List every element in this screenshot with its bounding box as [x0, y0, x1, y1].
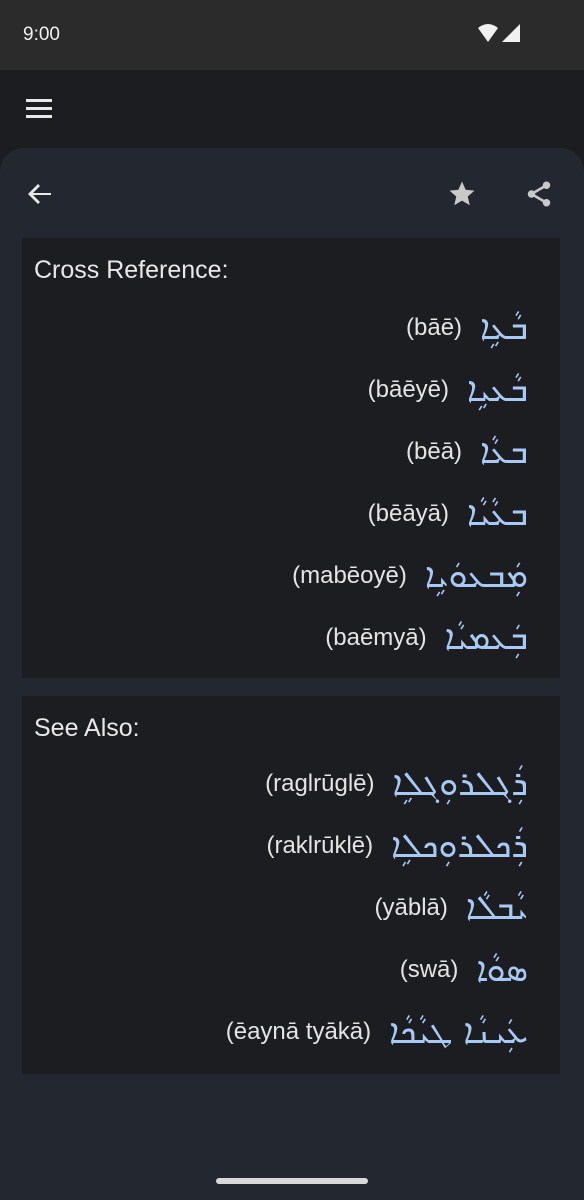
entry-syriac-word: ܪܲܓܠܪܘܼܓܠܹܐ	[392, 764, 529, 804]
detail-toolbar	[0, 168, 584, 224]
see-also-entry[interactable]: (yāblā) ܝܵܒܠܵܐ	[375, 886, 528, 930]
menu-icon	[26, 99, 52, 118]
see-also-card: See Also: (raglrūglē) ܪܲܓܠܪܘܼܓܠܹܐ (raklr…	[22, 696, 560, 1074]
entry-transliteration: (bāē)	[406, 314, 463, 341]
gesture-nav-handle[interactable]	[216, 1178, 368, 1184]
cross-reference-entry[interactable]: (bēā) ܒܥܵܐ	[406, 430, 528, 474]
see-also-entry[interactable]: (swā) ܣܘܵܐ	[400, 948, 528, 992]
status-bar: 9:00	[0, 0, 584, 70]
share-icon	[527, 181, 551, 207]
menu-button[interactable]	[22, 96, 58, 122]
signal-icon	[502, 24, 520, 42]
entry-transliteration: (swā)	[399, 956, 459, 983]
detail-sheet: Cross Reference: (bāē) ܒܵܥܹܐ (bāēyē) ܒܵܥ…	[0, 148, 584, 1200]
cross-reference-entry[interactable]: (baēmyā) ܒܲܥܡܝܵܐ	[325, 616, 528, 660]
wifi-icon	[478, 24, 498, 42]
app-bar	[0, 70, 584, 148]
entry-transliteration: (mabēoyē)	[292, 562, 407, 589]
status-time: 9:00	[23, 24, 60, 45]
entry-syriac-word: ܒܥܵܐ	[480, 432, 528, 472]
see-also-entry[interactable]: (raglrūglē) ܪܲܓܠܪܘܼܓܠܹܐ	[265, 762, 528, 806]
cross-reference-entry[interactable]: (bēāyā) ܒܥܵܝܵܐ	[368, 492, 528, 536]
entry-transliteration: (bēāyā)	[367, 500, 449, 527]
entry-transliteration: (bāēyē)	[367, 376, 449, 403]
entry-transliteration: (ēaynā tyākā)	[225, 1018, 372, 1045]
see-also-entry[interactable]: (ēaynā tyākā) ܥܲܝܢܵܐ ܛܝܵܟܵܐ	[226, 1010, 528, 1054]
entry-syriac-word: ܪܲܟܠܪܘܼܟܠܹܐ	[391, 826, 528, 866]
entry-transliteration: (yāblā)	[374, 894, 448, 921]
back-button[interactable]	[20, 174, 60, 214]
see-also-entry[interactable]: (raklrūklē) ܪܲܟܠܪܘܼܟܠܹܐ	[266, 824, 528, 868]
cross-reference-entry[interactable]: (bāēyē) ܒܵܥܝܹܐ	[368, 368, 528, 412]
cross-reference-entry[interactable]: (mabēoyē) ܡܲܒܥܘܿܝܹܐ	[292, 554, 528, 598]
entry-syriac-word: ܒܲܥܡܝܵܐ	[444, 618, 528, 658]
entry-transliteration: (bēā)	[406, 438, 463, 465]
entry-transliteration: (raklrūklē)	[266, 832, 374, 859]
entry-transliteration: (baēmyā)	[325, 624, 427, 651]
star-icon	[449, 181, 475, 206]
favorite-button[interactable]	[442, 174, 482, 214]
cross-reference-card: Cross Reference: (bāē) ܒܵܥܹܐ (bāēyē) ܒܵܥ…	[22, 238, 560, 678]
entry-syriac-word: ܒܵܥܹܐ	[480, 308, 528, 348]
entry-syriac-word: ܒܥܵܝܵܐ	[467, 494, 528, 534]
cross-reference-entry[interactable]: (bāē) ܒܵܥܹܐ	[406, 306, 528, 350]
entry-syriac-word: ܡܲܒܥܘܿܝܹܐ	[424, 556, 528, 596]
entry-syriac-word: ܥܲܝܢܵܐ ܛܝܵܟܵܐ	[389, 1012, 528, 1052]
entry-transliteration: (raglrūglē)	[265, 770, 375, 797]
share-button[interactable]	[519, 174, 559, 214]
entry-syriac-word: ܒܵܥܝܹܐ	[467, 370, 528, 410]
arrow-left-icon	[28, 184, 51, 204]
cross-reference-title: Cross Reference:	[34, 256, 229, 284]
entry-syriac-word: ܣܘܵܐ	[476, 950, 528, 990]
entry-syriac-word: ܝܵܒܠܵܐ	[465, 888, 528, 928]
status-icons	[476, 22, 524, 46]
see-also-title: See Also:	[34, 714, 140, 742]
